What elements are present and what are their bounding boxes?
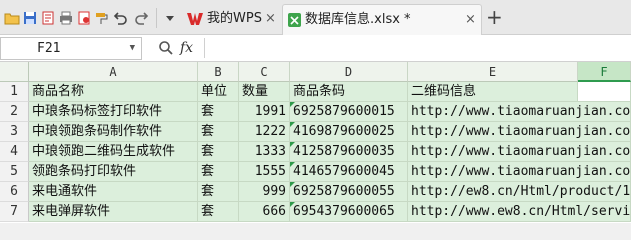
column-header-f[interactable]: F (578, 62, 631, 82)
column-header-b[interactable]: B (198, 62, 239, 82)
table-cell[interactable] (578, 82, 631, 102)
save-icon[interactable] (22, 10, 38, 26)
table-cell[interactable]: 4169879600025 (290, 122, 408, 142)
tab-my-wps[interactable]: 我的WPS × (185, 4, 280, 34)
table-cell[interactable]: 数量 (239, 82, 290, 102)
export-pdf-icon[interactable] (76, 10, 92, 26)
spreadsheet-icon (288, 13, 301, 27)
table-cell[interactable]: 领跑条码打印软件 (29, 162, 198, 182)
table-cell[interactable]: 商品名称 (29, 82, 198, 102)
table-cell[interactable]: 4146579600045 (290, 162, 408, 182)
add-tab-button[interactable]: + (486, 7, 503, 27)
table-cell[interactable]: 1222 (239, 122, 290, 142)
table-cell[interactable]: http://ew8.cn/Html/product/1 (408, 182, 631, 202)
close-icon[interactable]: × (465, 5, 476, 35)
table-cell[interactable]: 套 (198, 202, 239, 222)
undo-icon[interactable] (112, 10, 128, 26)
table-cell[interactable]: 1333 (239, 142, 290, 162)
spreadsheet-grid: A B C D E F 1 商品名称 单位 数量 商品条码 二维码信息 2 中琅… (0, 62, 631, 223)
tab-spreadsheet-file[interactable]: 数据库信息.xlsx * × (282, 4, 482, 35)
table-cell[interactable]: 6925879600055 (290, 182, 408, 202)
cell-reference: F21 (37, 41, 61, 56)
formula-input[interactable] (204, 38, 630, 58)
table-cell[interactable]: 中琅条码标签打印软件 (29, 102, 198, 122)
tab-label: 数据库信息.xlsx * (305, 12, 411, 27)
table-cell[interactable]: 999 (239, 182, 290, 202)
row-header[interactable]: 4 (0, 142, 29, 162)
table-cell[interactable]: http://www.tiaomaruanjian.co (408, 122, 631, 142)
column-header-c[interactable]: C (239, 62, 290, 82)
table-cell[interactable]: 单位 (198, 82, 239, 102)
table-cell[interactable]: 中琅领跑二维码生成软件 (29, 142, 198, 162)
table-cell[interactable]: 1991 (239, 102, 290, 122)
table-cell[interactable]: 中琅领跑条码制作软件 (29, 122, 198, 142)
table-cell[interactable]: http://www.tiaomaruanjian.co (408, 142, 631, 162)
tab-label: 我的WPS (207, 11, 262, 26)
table-cell[interactable]: 套 (198, 182, 239, 202)
toolbar-divider (156, 8, 157, 28)
table-cell[interactable]: 套 (198, 142, 239, 162)
table-cell[interactable]: http://www.tiaomaruanjian.co (408, 102, 631, 122)
table-cell[interactable]: 4125879600035 (290, 142, 408, 162)
close-icon[interactable]: × (265, 4, 276, 34)
column-header-e[interactable]: E (408, 62, 578, 82)
table-cell[interactable]: 来电弹屏软件 (29, 202, 198, 222)
table-cell[interactable]: 来电通软件 (29, 182, 198, 202)
table-cell[interactable]: 666 (239, 202, 290, 222)
chevron-down-icon[interactable] (162, 10, 178, 26)
table-cell[interactable]: 6925879600015 (290, 102, 408, 122)
row-header[interactable]: 1 (0, 82, 29, 102)
column-header-a[interactable]: A (29, 62, 198, 82)
zoom-icon[interactable] (158, 40, 174, 56)
function-icon[interactable]: fx (180, 37, 193, 59)
formula-bar: F21 ▼ fx (0, 35, 631, 62)
select-all-corner[interactable] (0, 62, 29, 82)
formula-zone: fx (150, 37, 631, 59)
column-header-d[interactable]: D (290, 62, 408, 82)
name-box[interactable]: F21 ▼ (0, 37, 142, 60)
format-painter-icon[interactable] (94, 10, 110, 26)
print-preview-icon[interactable] (40, 10, 56, 26)
print-icon[interactable] (58, 10, 74, 26)
title-bar: 我的WPS × 数据库信息.xlsx * × + (0, 0, 631, 35)
chevron-down-icon[interactable]: ▼ (130, 38, 135, 59)
table-cell[interactable]: http://www.ew8.cn/Html/servi (408, 202, 631, 222)
row-header[interactable]: 5 (0, 162, 29, 182)
table-cell[interactable]: 1555 (239, 162, 290, 182)
table-cell[interactable]: 套 (198, 102, 239, 122)
table-cell[interactable]: 套 (198, 122, 239, 142)
wps-logo-icon (187, 13, 203, 25)
table-cell[interactable]: 二维码信息 (408, 82, 578, 102)
table-cell[interactable]: 套 (198, 162, 239, 182)
row-header[interactable]: 2 (0, 102, 29, 122)
row-header[interactable]: 6 (0, 182, 29, 202)
row-header[interactable]: 3 (0, 122, 29, 142)
redo-icon[interactable] (134, 10, 150, 26)
table-cell[interactable]: 商品条码 (290, 82, 408, 102)
row-header[interactable]: 7 (0, 202, 29, 222)
folder-icon[interactable] (4, 10, 20, 26)
table-cell[interactable]: http://www.tiaomaruanjian.co (408, 162, 631, 182)
table-cell[interactable]: 6954379600065 (290, 202, 408, 222)
